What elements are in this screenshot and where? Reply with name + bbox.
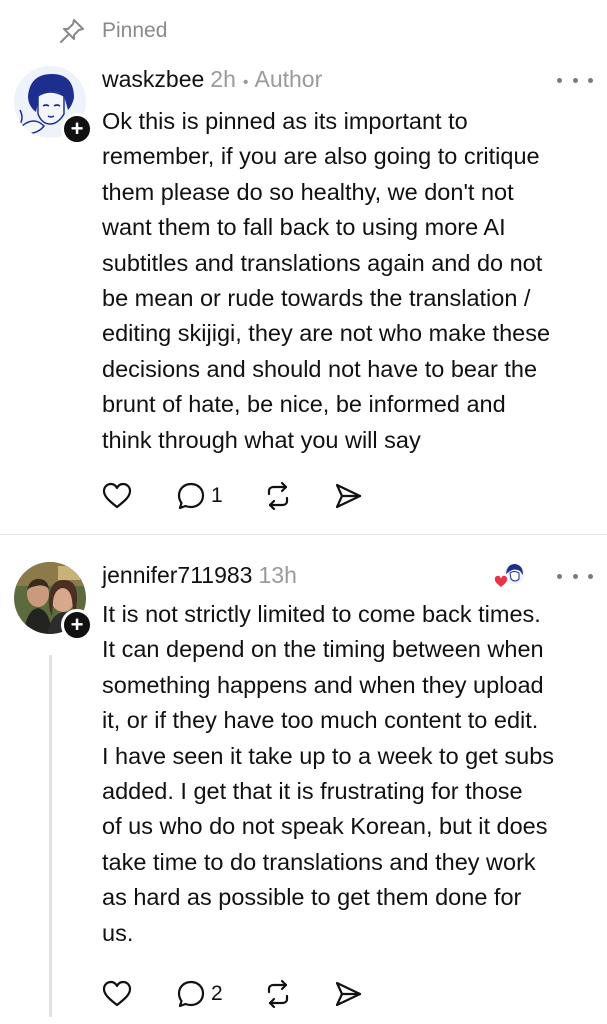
pinned-header: Pinned bbox=[58, 16, 167, 46]
comment-header: waskzbee 2h • Author bbox=[102, 66, 322, 93]
more-dot bbox=[557, 573, 562, 579]
author-tag: Author bbox=[254, 66, 323, 92]
username[interactable]: waskzbee bbox=[102, 66, 204, 93]
follow-plus-button[interactable]: + bbox=[61, 113, 93, 145]
reply-button[interactable]: 2 bbox=[176, 974, 223, 1014]
timestamp: 2h bbox=[210, 66, 236, 92]
comment-actions: 2 bbox=[102, 974, 363, 1014]
comment-text: It is not strictly limited to come back … bbox=[102, 601, 555, 946]
like-button[interactable] bbox=[102, 974, 132, 1014]
repost-button[interactable] bbox=[263, 476, 293, 516]
timestamp: 13h bbox=[258, 562, 297, 588]
reply-count: 2 bbox=[211, 982, 223, 1005]
reply-button[interactable]: 1 bbox=[176, 476, 223, 516]
comment-header: jennifer711983 13h bbox=[102, 562, 297, 589]
like-button[interactable] bbox=[102, 476, 132, 516]
more-dot bbox=[588, 77, 593, 83]
username[interactable]: jennifer711983 bbox=[102, 562, 252, 589]
follow-plus-button[interactable]: + bbox=[61, 609, 93, 641]
share-button[interactable] bbox=[333, 974, 363, 1014]
more-dot bbox=[588, 573, 593, 579]
reply-count: 1 bbox=[211, 484, 223, 507]
comment-bubble-icon bbox=[177, 482, 205, 510]
repost-icon bbox=[267, 979, 288, 1009]
separator-dot: • bbox=[242, 74, 249, 91]
comment-actions: 1 bbox=[102, 476, 363, 516]
heart-icon bbox=[102, 482, 132, 509]
repost-icon bbox=[267, 481, 288, 511]
send-icon bbox=[335, 981, 361, 1007]
heart-author-avatar-icon bbox=[493, 561, 527, 591]
pinned-label: Pinned bbox=[102, 19, 168, 42]
heart-icon bbox=[102, 980, 132, 1007]
pin-icon bbox=[58, 17, 86, 45]
comment-bubble-icon bbox=[177, 980, 205, 1008]
repost-button[interactable] bbox=[263, 974, 293, 1014]
share-button[interactable] bbox=[333, 476, 363, 516]
send-icon bbox=[335, 483, 361, 509]
more-dot bbox=[557, 77, 562, 83]
comment-text: Ok this is pinned as its important to re… bbox=[102, 108, 551, 453]
more-dot bbox=[572, 573, 578, 579]
more-dot bbox=[572, 77, 578, 83]
thread-line bbox=[49, 655, 52, 1017]
divider bbox=[0, 534, 607, 535]
more-options-button[interactable] bbox=[557, 566, 593, 586]
more-options-button[interactable] bbox=[557, 70, 593, 90]
